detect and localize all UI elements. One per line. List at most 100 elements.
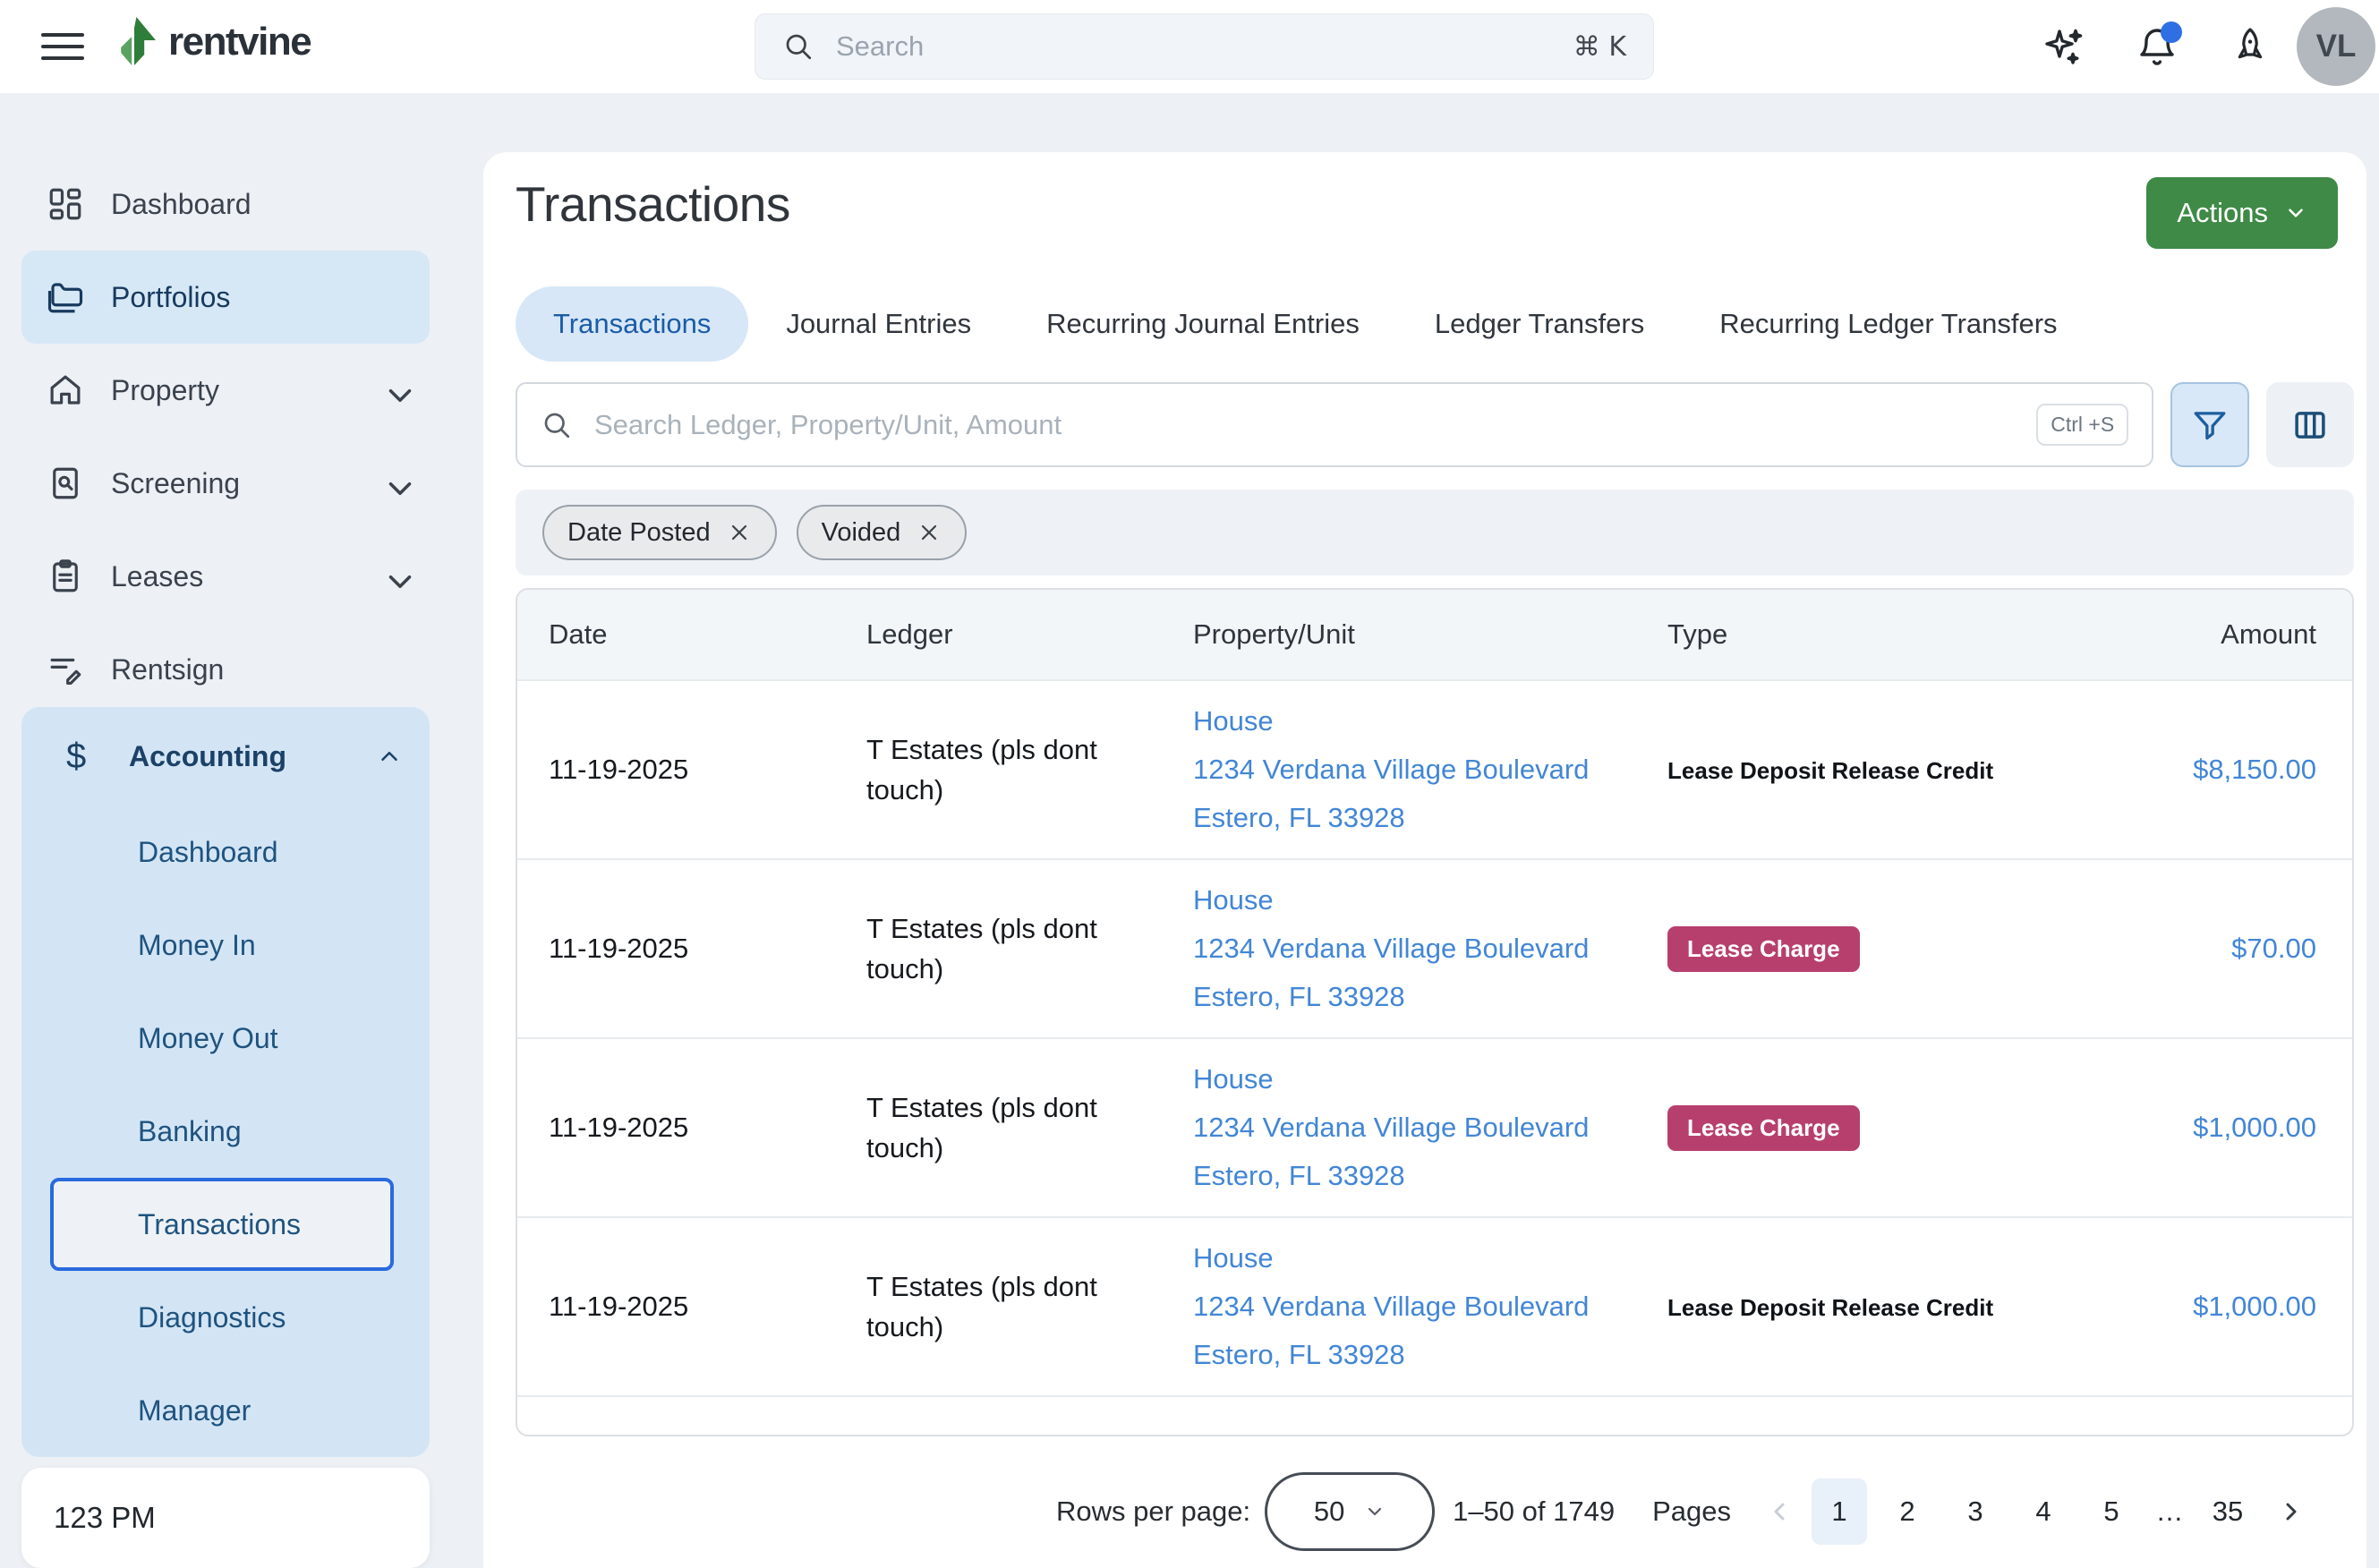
sidebar-item-acct-money-out[interactable]: Money Out (21, 992, 430, 1085)
chevron-down-icon (2284, 201, 2307, 225)
type-label: Lease Deposit Release Credit (1667, 757, 1993, 784)
property-link[interactable]: 1234 Verdana Village Boulevard (1193, 1104, 1667, 1152)
property-link[interactable]: House (1193, 1055, 1667, 1104)
sidebar-item-label: Leases (111, 560, 203, 593)
active-filters-bar: Date Posted Voided (516, 490, 2354, 575)
sidebar-item-leases[interactable]: Leases (21, 530, 430, 623)
sidebar-item-acct-dashboard[interactable]: Dashboard (21, 805, 430, 899)
tab-recurring-journal-entries[interactable]: Recurring Journal Entries (1009, 286, 1397, 362)
property-link[interactable]: Estero, FL 33928 (1193, 973, 1667, 1021)
property-link[interactable]: House (1193, 1234, 1667, 1283)
tab-recurring-ledger-transfers[interactable]: Recurring Ledger Transfers (1682, 286, 2094, 362)
sidebar-item-property[interactable]: Property (21, 344, 430, 437)
app-logo[interactable]: rentvine (115, 16, 311, 68)
logo-text: rentvine (168, 20, 311, 64)
sidebar-item-accounting[interactable]: $ Accounting (21, 707, 430, 805)
amount-link[interactable]: $8,150.00 (2193, 754, 2316, 785)
sidebar-item-acct-manager[interactable]: Manager (21, 1364, 430, 1457)
clipboard-icon (47, 558, 84, 595)
cell-type: Lease Charge (1667, 1105, 2106, 1151)
property-link[interactable]: Estero, FL 33928 (1193, 1152, 1667, 1200)
filter-chip-voided[interactable]: Voided (797, 505, 968, 560)
property-link[interactable]: Estero, FL 33928 (1193, 794, 1667, 842)
close-icon[interactable] (727, 520, 752, 545)
page-button-3[interactable]: 3 (1948, 1479, 2003, 1545)
table-header: Date Ledger Property/Unit Type Amount (517, 590, 2352, 679)
property-link[interactable]: House (1193, 876, 1667, 925)
amount-link[interactable]: $70.00 (2231, 933, 2316, 964)
menu-icon[interactable] (41, 27, 84, 66)
property-link[interactable]: Estero, FL 33928 (1193, 1331, 1667, 1379)
close-icon[interactable] (917, 520, 942, 545)
sidebar-item-label: Banking (138, 1115, 242, 1148)
sidebar-item-acct-banking[interactable]: Banking (21, 1085, 430, 1178)
sidebar: Dashboard Portfolios Property Screening … (21, 158, 430, 716)
search-shortcut: ⌘ K (1573, 31, 1626, 63)
bell-icon[interactable] (2136, 25, 2179, 68)
cell-date: 11-19-2025 (517, 1291, 866, 1323)
sidebar-clock: 123 PM (21, 1468, 430, 1568)
pagination: Rows per page: 50 1–50 of 1749 Pages 1 2… (516, 1472, 2354, 1551)
sparkles-icon[interactable] (2042, 25, 2085, 68)
page-title: Transactions (516, 175, 790, 233)
sidebar-item-acct-diagnostics[interactable]: Diagnostics (21, 1271, 430, 1364)
sidebar-item-label: Diagnostics (138, 1301, 286, 1334)
chevron-down-icon (381, 377, 408, 404)
sidebar-item-label: Property (111, 374, 219, 407)
column-header-type: Type (1667, 618, 2106, 651)
columns-button[interactable] (2266, 382, 2354, 467)
dollar-icon: $ (66, 737, 106, 777)
property-link[interactable]: 1234 Verdana Village Boulevard (1193, 1283, 1667, 1331)
clock-text: 123 PM (54, 1501, 156, 1535)
signature-icon (47, 651, 84, 688)
table-row-partial (517, 1395, 2352, 1435)
property-link[interactable]: 1234 Verdana Village Boulevard (1193, 746, 1667, 794)
column-header-date: Date (517, 618, 866, 651)
page-list: 1 2 3 4 5 … 35 (1812, 1479, 2255, 1545)
rows-per-page-label: Rows per page: (1056, 1496, 1250, 1528)
actions-button[interactable]: Actions (2146, 177, 2338, 249)
dashboard-grid-icon (47, 185, 84, 223)
amount-link[interactable]: $1,000.00 (2193, 1112, 2316, 1143)
search-icon (782, 30, 814, 63)
chevron-right-icon[interactable] (2273, 1485, 2309, 1538)
sidebar-item-acct-transactions[interactable]: Transactions (50, 1178, 394, 1271)
page-button-35[interactable]: 35 (2200, 1479, 2255, 1545)
sidebar-item-screening[interactable]: Screening (21, 437, 430, 530)
sidebar-item-dashboard[interactable]: Dashboard (21, 158, 430, 251)
topbar: rentvine ⌘ K VL (0, 0, 2379, 93)
chevron-down-icon (381, 563, 408, 590)
chevron-left-icon (1761, 1485, 1797, 1538)
amount-link[interactable]: $1,000.00 (2193, 1291, 2316, 1322)
type-label: Lease Deposit Release Credit (1667, 1294, 1993, 1321)
avatar[interactable]: VL (2297, 7, 2375, 86)
search-shortcut-badge: Ctrl +S (2036, 404, 2128, 446)
ledger-search-input[interactable] (594, 409, 2036, 441)
rocket-icon[interactable] (2229, 25, 2272, 68)
cell-date: 11-19-2025 (517, 933, 866, 965)
cell-date: 11-19-2025 (517, 1112, 866, 1144)
filter-chip-date-posted[interactable]: Date Posted (542, 505, 777, 560)
global-search-input[interactable] (836, 30, 1573, 63)
sidebar-item-label: Money In (138, 929, 256, 962)
rows-per-page-select[interactable]: 50 (1265, 1472, 1435, 1551)
cell-type: Lease Deposit Release Credit (1667, 1291, 2106, 1323)
page-button-5[interactable]: 5 (2084, 1479, 2139, 1545)
property-link[interactable]: House (1193, 697, 1667, 746)
tab-transactions[interactable]: Transactions (516, 286, 748, 362)
sidebar-item-rentsign[interactable]: Rentsign (21, 623, 430, 716)
filter-button[interactable] (2170, 382, 2249, 467)
global-search[interactable]: ⌘ K (755, 13, 1654, 80)
sidebar-item-label: Transactions (138, 1208, 301, 1241)
sidebar-item-label: Money Out (138, 1022, 278, 1055)
tab-journal-entries[interactable]: Journal Entries (748, 286, 1009, 362)
property-link[interactable]: 1234 Verdana Village Boulevard (1193, 925, 1667, 973)
page-button-2[interactable]: 2 (1880, 1479, 1935, 1545)
tab-ledger-transfers[interactable]: Ledger Transfers (1397, 286, 1682, 362)
cell-property: House 1234 Verdana Village Boulevard Est… (1193, 1055, 1667, 1200)
ledger-search[interactable]: Ctrl +S (516, 382, 2153, 467)
sidebar-item-acct-money-in[interactable]: Money In (21, 899, 430, 992)
sidebar-item-portfolios[interactable]: Portfolios (21, 251, 430, 344)
page-button-1[interactable]: 1 (1812, 1479, 1867, 1545)
page-button-4[interactable]: 4 (2016, 1479, 2071, 1545)
